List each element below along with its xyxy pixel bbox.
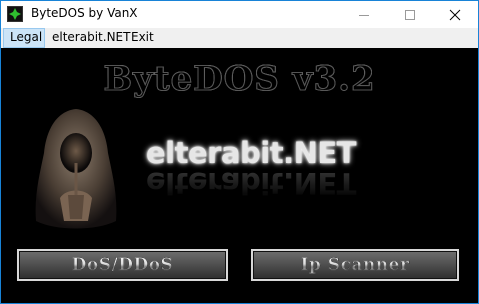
menu-legal[interactable]: Legal [3,28,45,48]
title-bar[interactable]: ByteDOS by VanX [1,1,478,28]
dos-ddos-button-face: DoS/DDoS [19,251,226,279]
menu-exit[interactable]: Exit [125,28,160,48]
maximize-button[interactable] [387,1,433,28]
site-label-reflection: elterabit.NET [146,166,356,200]
menu-elterabit[interactable]: elterabit.NET [46,28,136,48]
window-title: ByteDOS by VanX [31,6,138,20]
menu-bar: Legal elterabit.NET Exit [1,28,478,48]
ip-scanner-button-face: Ip Scanner [253,251,457,279]
dos-ddos-button-label: DoS/DDoS [71,255,174,276]
dos-ddos-button[interactable]: DoS/DDoS [17,249,228,281]
app-icon [7,6,23,22]
close-button[interactable] [432,1,478,28]
ip-scanner-button-label: Ip Scanner [300,255,410,276]
app-window: ByteDOS by VanX Legal elterabit.NET Exit… [0,0,479,304]
minimize-button[interactable] [341,1,387,28]
site-label: elterabit.NET [146,136,356,170]
ip-scanner-button[interactable]: Ip Scanner [251,249,459,281]
main-panel: ByteDOS v3.2 elterabit.NET elterabit.NET… [1,48,478,303]
app-heading: ByteDOS v3.2 [1,59,478,100]
hooded-figure-image [26,103,126,243]
